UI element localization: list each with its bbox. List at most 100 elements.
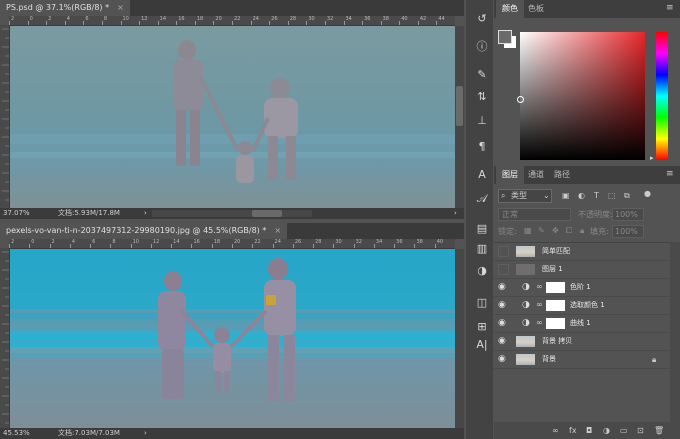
blend-mode-select[interactable]: 正常 bbox=[498, 208, 571, 221]
layer-thumbnail[interactable] bbox=[516, 264, 535, 275]
close-icon[interactable]: × bbox=[117, 3, 124, 12]
group-icon[interactable]: ▭ bbox=[620, 425, 628, 436]
close-icon[interactable]: × bbox=[274, 226, 281, 235]
lock-transparent-icon[interactable]: ▦ bbox=[524, 226, 532, 235]
clone-stamp-icon[interactable]: ⊥ bbox=[473, 112, 491, 130]
glyphs-icon[interactable]: 𝒜 bbox=[473, 190, 491, 208]
layer-mask-thumbnail[interactable] bbox=[546, 300, 565, 311]
new-layer-icon[interactable]: ⊡ bbox=[637, 425, 644, 436]
properties-icon[interactable]: ▤ bbox=[473, 220, 491, 238]
foreground-color-swatch[interactable] bbox=[498, 30, 512, 44]
libraries-icon[interactable]: ▥ bbox=[473, 240, 491, 258]
paragraph-icon[interactable]: ¶ bbox=[473, 138, 491, 156]
layer-name[interactable]: 简单匹配 bbox=[542, 243, 570, 260]
ruler-tick bbox=[83, 21, 85, 25]
doc2-zoom[interactable]: 45.53% bbox=[3, 428, 30, 439]
visibility-eye-icon[interactable]: ◉ bbox=[498, 282, 509, 293]
layer-name[interactable]: 背景 拷贝 bbox=[542, 333, 572, 350]
mask-link-icon[interactable]: ∞ bbox=[536, 299, 543, 311]
filter-adjustment-icon[interactable]: ◐ bbox=[578, 191, 585, 200]
doc2-canvas[interactable] bbox=[10, 249, 455, 428]
layer-name[interactable]: 色阶 1 bbox=[570, 279, 591, 296]
layer-row[interactable]: 图层 1 bbox=[494, 261, 670, 279]
tab-swatches[interactable]: 色板 bbox=[522, 0, 550, 18]
visibility-eye-icon[interactable]: ◉ bbox=[498, 300, 509, 311]
lock-artboard-icon[interactable]: ⧠ bbox=[566, 226, 572, 236]
visibility-eye-icon[interactable] bbox=[498, 246, 509, 257]
layer-row[interactable]: ◉ 背景 拷贝 bbox=[494, 333, 670, 351]
character-style-icon[interactable]: A| bbox=[473, 336, 491, 354]
hue-slider-pointer-icon[interactable]: ▸ bbox=[650, 154, 654, 162]
info-icon[interactable]: ⓘ bbox=[473, 38, 491, 56]
filter-type-icon[interactable]: T bbox=[594, 191, 599, 200]
tab-channels[interactable]: 通道 bbox=[522, 166, 550, 184]
link-icon[interactable]: ∞ bbox=[552, 425, 559, 436]
doc2-tab[interactable]: pexels-vo-van-ti-n-2037497312-29980190.j… bbox=[0, 223, 288, 239]
layer-filter-select[interactable]: ⌕ 类型 ⌄ bbox=[498, 189, 552, 203]
hue-slider[interactable] bbox=[656, 32, 668, 160]
doc1-doc-info[interactable]: 文档:5.93M/17.8M bbox=[58, 208, 120, 219]
layer-name[interactable]: 曲线 1 bbox=[570, 315, 591, 332]
doc1-vscroll-thumb[interactable] bbox=[456, 86, 463, 126]
opacity-input[interactable]: 100% bbox=[612, 208, 644, 221]
filter-smart-object-icon[interactable]: ⧉ bbox=[624, 191, 630, 201]
lock-position-icon[interactable]: ✥ bbox=[552, 226, 559, 235]
filter-shape-icon[interactable]: ⬚ bbox=[608, 191, 616, 200]
swatches-icon[interactable]: ⊞ bbox=[473, 318, 491, 336]
adjustments-icon[interactable]: ◑ bbox=[473, 262, 491, 280]
layer-thumbnail[interactable] bbox=[516, 246, 535, 257]
doc1-info-menu-arrow-icon[interactable]: › bbox=[144, 208, 147, 219]
mask-icon[interactable]: ◘ bbox=[586, 425, 592, 436]
doc2-vertical-scrollbar[interactable] bbox=[455, 249, 464, 428]
trash-icon[interactable]: 🗑︎ bbox=[654, 425, 664, 436]
tab-color[interactable]: 颜色 bbox=[496, 0, 524, 18]
doc1-horizontal-scrollbar[interactable] bbox=[152, 210, 312, 217]
layer-row[interactable]: ◉ ◑ ∞ 色阶 1 bbox=[494, 279, 670, 297]
layer-name[interactable]: 图层 1 bbox=[542, 261, 563, 278]
panel-menu-icon[interactable]: ≡ bbox=[666, 169, 674, 179]
lock-all-icon[interactable]: 🔒︎ bbox=[580, 226, 584, 236]
tab-paths[interactable]: 路径 bbox=[548, 166, 576, 184]
panel-menu-icon[interactable]: ≡ bbox=[666, 3, 674, 13]
character-icon[interactable]: A bbox=[473, 166, 491, 184]
layers-scrollbar[interactable] bbox=[670, 242, 680, 422]
fill-input[interactable]: 100% bbox=[612, 225, 644, 238]
layer-row[interactable]: 简单匹配 bbox=[494, 243, 670, 261]
layer-row[interactable]: ◉ 背景 🔒︎ bbox=[494, 351, 670, 369]
visibility-eye-icon[interactable]: ◉ bbox=[498, 354, 509, 365]
layer-name[interactable]: 背景 bbox=[542, 351, 556, 368]
mask-link-icon[interactable]: ∞ bbox=[536, 317, 543, 329]
paths-icon[interactable]: ◫ bbox=[473, 294, 491, 312]
layer-row[interactable]: ◉ ◑ ∞ 选取颜色 1 bbox=[494, 297, 670, 315]
layer-name[interactable]: 选取颜色 1 bbox=[570, 297, 605, 314]
brush-icon[interactable]: ✎ bbox=[473, 66, 491, 84]
doc1-vertical-scrollbar[interactable] bbox=[455, 26, 464, 208]
color-field[interactable] bbox=[520, 32, 645, 160]
filter-pixel-icon[interactable]: ▣ bbox=[562, 191, 570, 200]
doc1-hscroll-thumb[interactable] bbox=[252, 210, 282, 217]
doc1-zoom[interactable]: 37.07% bbox=[3, 208, 30, 219]
lock-image-icon[interactable]: ✎ bbox=[538, 226, 545, 235]
doc1-scroll-right-icon[interactable]: › bbox=[454, 208, 457, 219]
layer-mask-thumbnail[interactable] bbox=[546, 282, 565, 293]
doc1-canvas[interactable] bbox=[10, 26, 455, 208]
layer-row[interactable]: ◉ ◑ ∞ 曲线 1 bbox=[494, 315, 670, 333]
layer-thumbnail[interactable] bbox=[516, 336, 535, 347]
visibility-eye-icon[interactable]: ◉ bbox=[498, 318, 509, 329]
visibility-eye-icon[interactable] bbox=[498, 264, 509, 275]
history-icon[interactable]: ↺ bbox=[473, 10, 491, 28]
adjustment-layer-icon: ◑ bbox=[522, 300, 530, 310]
doc2-doc-info[interactable]: 文档:7.03M/7.03M bbox=[58, 428, 120, 439]
color-picker-cursor[interactable] bbox=[517, 96, 524, 103]
fx-icon[interactable]: fx bbox=[569, 425, 577, 436]
adjust-icon[interactable]: ⇅ bbox=[473, 88, 491, 106]
filter-toggle-icon[interactable]: ● bbox=[644, 189, 651, 198]
mask-link-icon[interactable]: ∞ bbox=[536, 281, 543, 293]
layer-mask-thumbnail[interactable] bbox=[546, 318, 565, 329]
layer-thumbnail[interactable] bbox=[516, 354, 535, 365]
visibility-eye-icon[interactable]: ◉ bbox=[498, 336, 509, 347]
doc1-tab[interactable]: PS.psd @ 37.1%(RGB/8) * × bbox=[0, 0, 130, 16]
adjustment-layer-icon[interactable]: ◑ bbox=[603, 425, 610, 436]
tab-layers[interactable]: 图层 bbox=[496, 166, 524, 184]
doc2-info-menu-arrow-icon[interactable]: › bbox=[144, 428, 147, 439]
